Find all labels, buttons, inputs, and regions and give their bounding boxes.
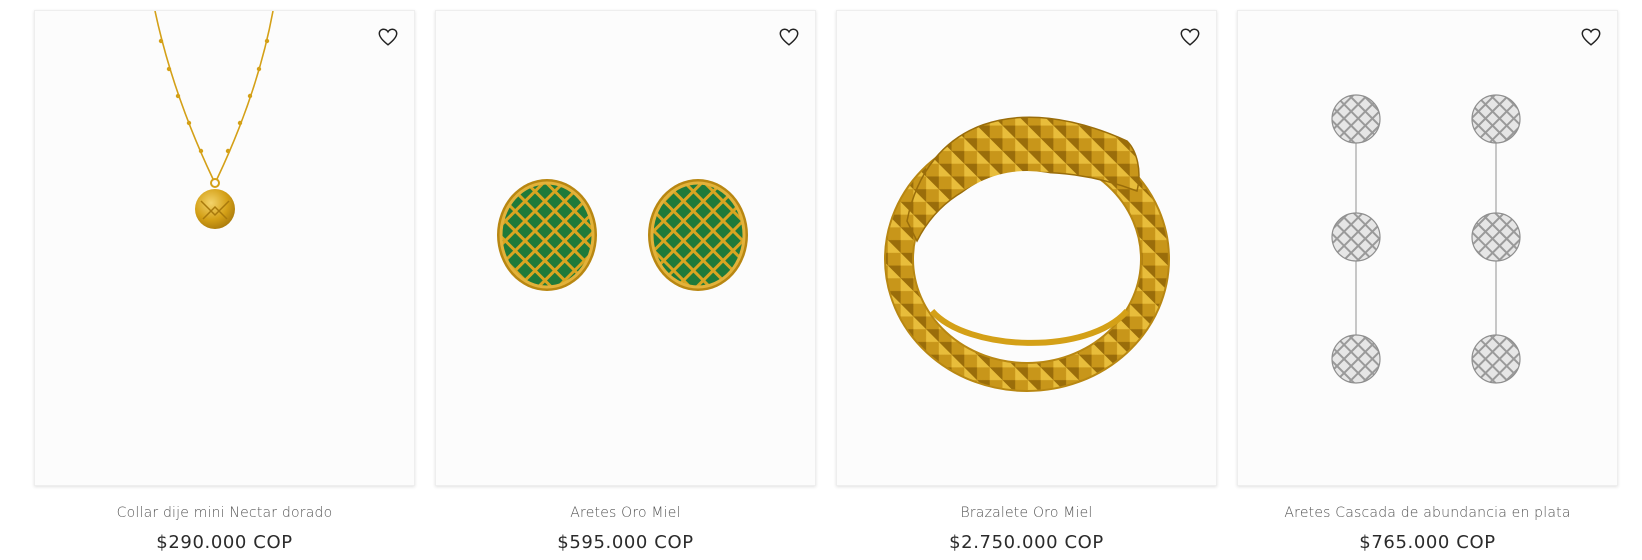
product-name[interactable]: Brazalete Oro Miel	[836, 505, 1217, 521]
product-image[interactable]	[836, 10, 1217, 486]
product-card[interactable]: Brazalete Oro Miel $2.750.000 COP	[836, 10, 1217, 553]
product-image[interactable]	[1237, 10, 1618, 486]
wishlist-heart-icon[interactable]	[1579, 25, 1603, 49]
product-price: $765.000 COP	[1359, 532, 1496, 553]
product-image[interactable]	[34, 10, 415, 486]
product-name[interactable]: Collar dije mini Nectar dorado	[34, 505, 415, 521]
gold-textured-bracelet-icon	[884, 116, 1170, 392]
product-card[interactable]: Aretes Oro Miel $595.000 COP	[435, 10, 816, 553]
product-card[interactable]: Aretes Cascada de abundancia en plata $7…	[1237, 10, 1618, 553]
product-image[interactable]	[435, 10, 816, 486]
product-card[interactable]: Collar dije mini Nectar dorado $290.000 …	[34, 10, 415, 553]
silver-drop-earrings-icon	[1331, 94, 1521, 384]
wishlist-heart-icon[interactable]	[777, 25, 801, 49]
product-price: $595.000 COP	[557, 532, 694, 553]
product-grid: Collar dije mini Nectar dorado $290.000 …	[34, 10, 1618, 553]
wishlist-heart-icon[interactable]	[1178, 25, 1202, 49]
wishlist-heart-icon[interactable]	[376, 25, 400, 49]
gold-emerald-earrings-icon	[497, 179, 748, 291]
product-price: $2.750.000 COP	[949, 532, 1104, 553]
product-name[interactable]: Aretes Oro Miel	[435, 505, 816, 521]
gold-necklace-pendant-icon	[154, 11, 274, 229]
product-price: $290.000 COP	[156, 532, 293, 553]
product-name[interactable]: Aretes Cascada de abundancia en plata	[1237, 505, 1618, 521]
